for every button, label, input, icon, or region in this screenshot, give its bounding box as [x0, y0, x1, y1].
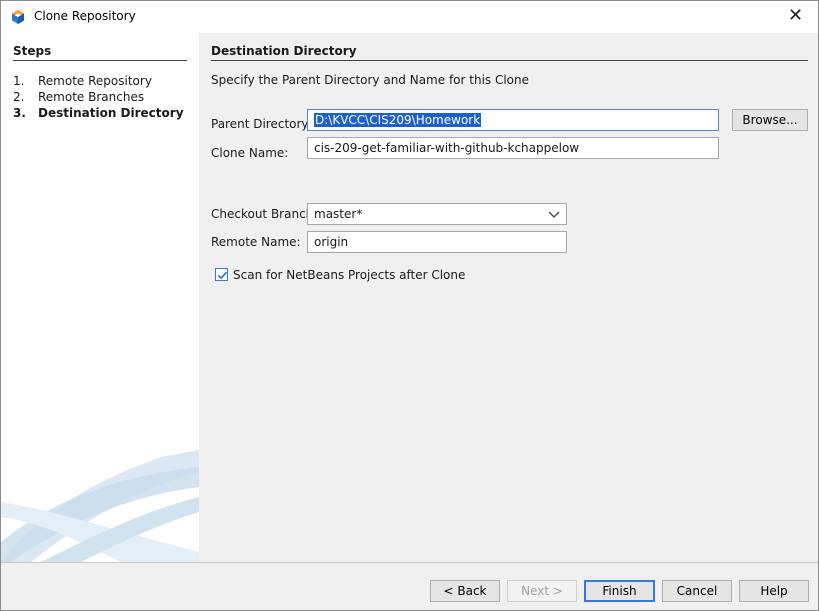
- parent-directory-label: Parent Directory:: [211, 117, 312, 131]
- step-item: 1. Remote Repository: [13, 73, 184, 89]
- scan-projects-checkbox[interactable]: [215, 268, 228, 281]
- step-number: 3.: [13, 106, 26, 120]
- clone-name-input[interactable]: cis-209-get-familiar-with-github-kchappe…: [307, 137, 719, 159]
- content-panel: Destination Directory Specify the Parent…: [199, 33, 818, 562]
- steps-panel: Steps 1. Remote Repository 2. Remote Branc…: [1, 33, 199, 562]
- step-number: 2.: [13, 90, 25, 104]
- checkmark-icon: [217, 271, 228, 280]
- clone-name-label: Clone Name:: [211, 146, 289, 160]
- step-item-active: 3. Destination Directory: [13, 105, 184, 121]
- title-bar: Clone Repository ✕: [1, 1, 818, 33]
- window-title: Clone Repository: [34, 9, 136, 23]
- clone-repository-dialog: Clone Repository ✕ Steps 1. Remote Reposi…: [0, 0, 819, 611]
- parent-directory-value: D:\KVCC\CIS209\Homework: [314, 113, 482, 127]
- back-button[interactable]: < Back: [430, 580, 500, 602]
- button-bar: < Back Next > Finish Cancel Help: [1, 563, 818, 610]
- cancel-button[interactable]: Cancel: [662, 580, 732, 602]
- section-description: Specify the Parent Directory and Name fo…: [211, 73, 530, 87]
- scan-projects-label[interactable]: Scan for NetBeans Projects after Clone: [233, 268, 465, 282]
- netbeans-cube-icon: [12, 10, 24, 24]
- chevron-down-icon: [548, 211, 560, 218]
- remote-name-value: origin: [314, 235, 349, 249]
- close-icon[interactable]: ✕: [773, 1, 818, 32]
- section-title: Destination Directory: [211, 44, 357, 58]
- section-divider: [211, 60, 808, 61]
- step-label: Remote Branches: [38, 90, 145, 104]
- next-button[interactable]: Next >: [507, 580, 577, 602]
- parent-directory-input[interactable]: D:\KVCC\CIS209\Homework: [307, 109, 719, 131]
- finish-button[interactable]: Finish: [584, 580, 655, 602]
- clone-name-value: cis-209-get-familiar-with-github-kchappe…: [314, 141, 580, 155]
- browse-button[interactable]: Browse...: [732, 109, 808, 131]
- remote-name-input[interactable]: origin: [307, 231, 567, 253]
- help-button[interactable]: Help: [739, 580, 809, 602]
- checkout-branch-value: master*: [314, 207, 363, 221]
- steps-title: Steps: [13, 44, 52, 58]
- checkout-branch-select[interactable]: master*: [307, 203, 567, 225]
- netbeans-swoosh-graphic: [1, 450, 199, 562]
- step-item: 2. Remote Branches: [13, 89, 184, 105]
- steps-list: 1. Remote Repository 2. Remote Branches 3.…: [13, 73, 184, 121]
- step-label: Remote Repository: [38, 74, 152, 88]
- remote-name-label: Remote Name:: [211, 235, 301, 249]
- checkout-branch-label: Checkout Branch:: [211, 207, 318, 221]
- step-label: Destination Directory: [38, 106, 184, 120]
- steps-divider: [13, 60, 187, 61]
- step-number: 1.: [13, 74, 25, 88]
